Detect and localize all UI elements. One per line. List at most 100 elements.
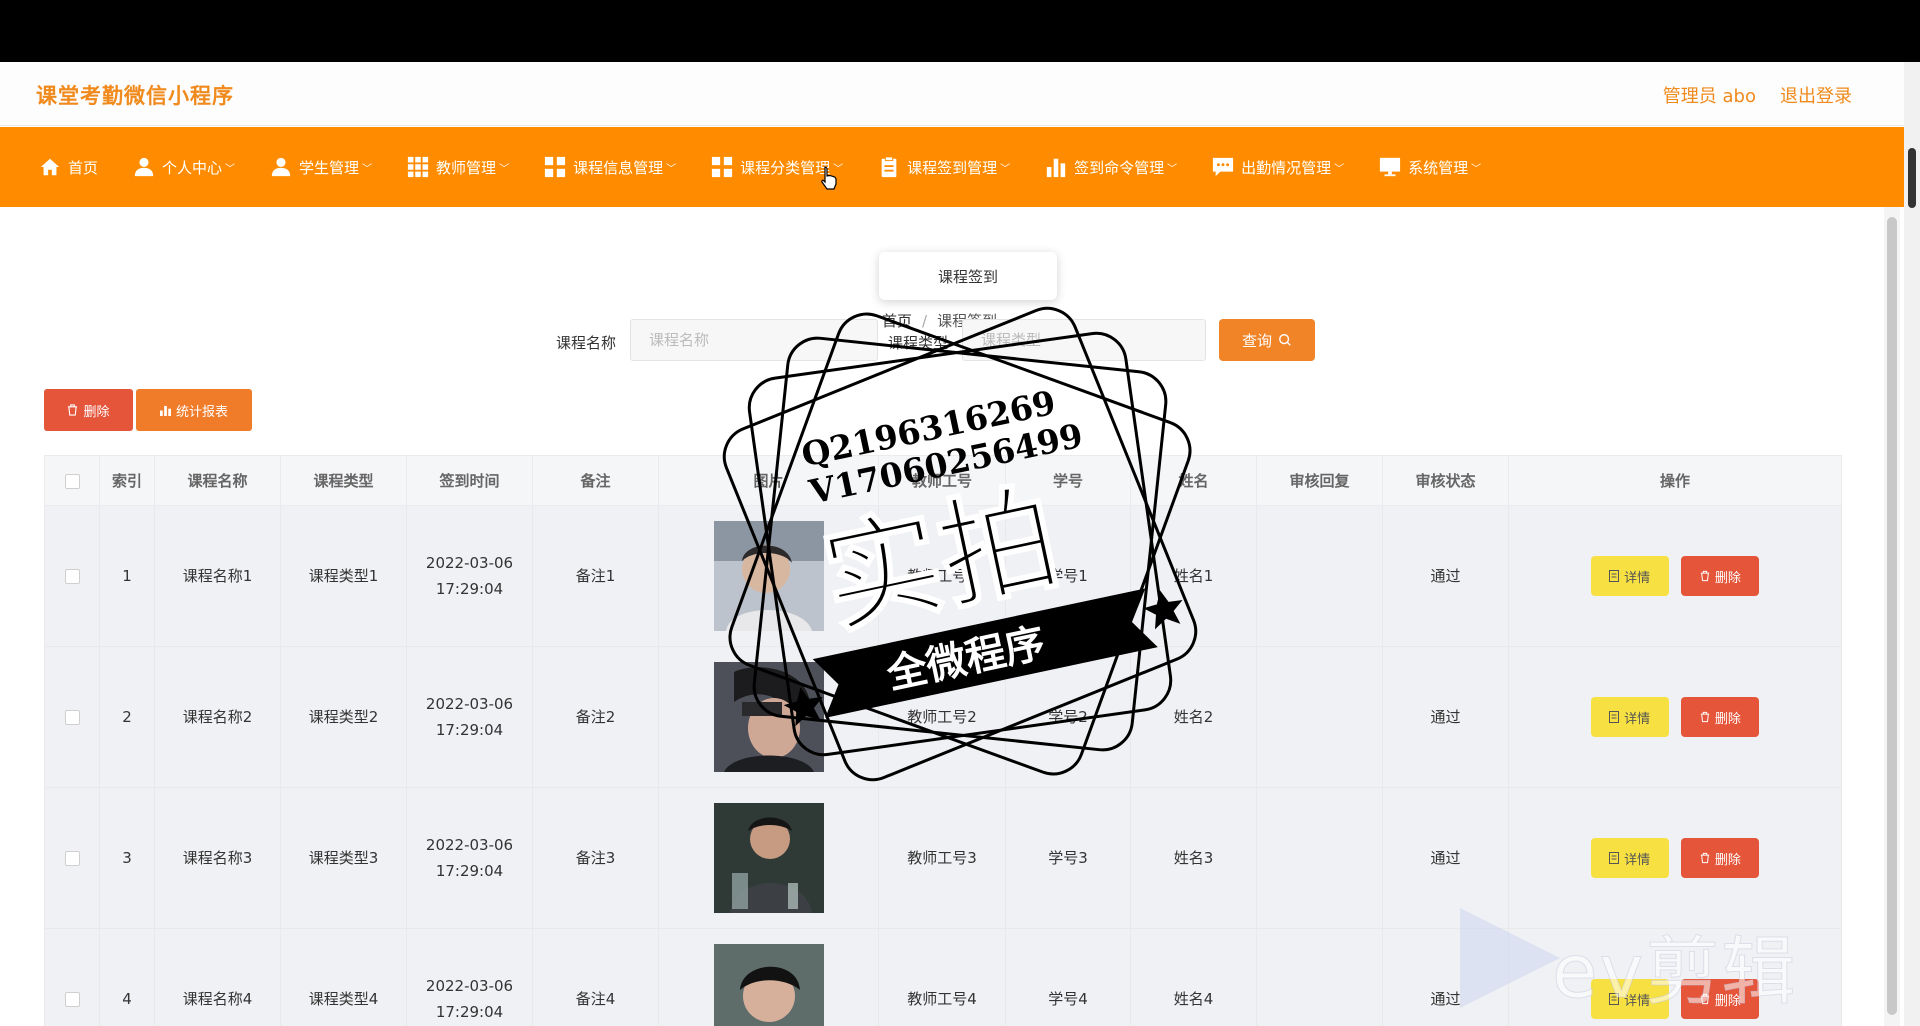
nav-item-signin-command[interactable]: 签到命令管理 ﹀ (1044, 155, 1177, 179)
row-checkbox[interactable] (64, 569, 80, 584)
dropdown-item-course-signin[interactable]: 课程签到 (938, 266, 998, 287)
cell-review-reply (1256, 928, 1383, 1026)
nav-label: 首页 (68, 158, 99, 177)
student-photo (713, 521, 824, 631)
cell-teacher-id: 教师工号3 (878, 787, 1006, 929)
nav-item-course-info[interactable]: 课程信息管理 ﹀ (543, 155, 676, 179)
window-scrollbar[interactable] (1904, 62, 1920, 1026)
delete-button[interactable]: 删除 (1681, 556, 1760, 596)
cell-name: 姓名3 (1130, 787, 1257, 929)
detail-button[interactable]: 详情 (1590, 838, 1669, 878)
nav-item-attendance[interactable]: 出勤情况管理 ﹀ (1211, 155, 1344, 179)
nav-item-course-signin[interactable]: 课程签到管理 ﹀ (877, 155, 1010, 179)
column-header: 审核回复 (1256, 455, 1383, 506)
batch-delete-button[interactable]: 删除 (44, 389, 133, 431)
chevron-down-icon: ﹀ (225, 163, 236, 175)
column-header: 审核状态 (1382, 455, 1509, 506)
chevron-down-icon: ﹀ (1334, 163, 1345, 175)
cell-student-id: 学号4 (1005, 928, 1131, 1026)
app-title: 课堂考勤微信小程序 (36, 84, 234, 108)
user-icon (132, 155, 156, 179)
cell-photo (658, 505, 879, 647)
nav-label: 教师管理 (436, 158, 497, 177)
course-name-input[interactable] (630, 319, 878, 361)
table-row: 3 课程名称3 课程类型3 2022-03-06 17:29:04 备注3 教师… (44, 787, 1842, 929)
table-row: 2 课程名称2 课程类型2 2022-03-06 17:29:04 备注2 教师… (44, 646, 1842, 788)
chat-icon (1211, 155, 1235, 179)
detail-button[interactable]: 详情 (1590, 979, 1669, 1019)
home-icon (38, 155, 62, 179)
column-header: 课程名称 (154, 455, 281, 506)
statistics-report-label: 统计报表 (175, 403, 228, 419)
cell-index: 2 (99, 646, 155, 788)
delete-button-label: 删除 (1714, 710, 1741, 726)
cell-operations: 详情 删除 (1508, 928, 1842, 1026)
cell-course-type: 课程类型4 (280, 928, 407, 1026)
detail-button-label: 详情 (1624, 992, 1651, 1008)
cell-course-name: 课程名称3 (154, 787, 281, 929)
select-all-cell (44, 455, 100, 506)
monitor-icon (1378, 155, 1402, 179)
student-photo (713, 944, 824, 1026)
cell-operations: 详情 删除 (1508, 787, 1842, 929)
cell-review-reply (1256, 646, 1383, 788)
chevron-down-icon: ﹀ (1167, 163, 1178, 175)
cell-index: 3 (99, 787, 155, 929)
nav-item-home[interactable]: 首页 (38, 155, 98, 179)
cell-course-type: 课程类型2 (280, 646, 407, 788)
row-select-cell (44, 928, 100, 1026)
nav-item-student-management[interactable]: 学生管理 ﹀ (269, 155, 372, 179)
column-header: 备注 (532, 455, 659, 506)
cell-course-type: 课程类型1 (280, 505, 407, 647)
column-header: 签到时间 (406, 455, 533, 506)
cell-teacher-id: 教师工号4 (878, 928, 1006, 1026)
delete-button-label: 删除 (1714, 851, 1741, 867)
statistics-report-button[interactable]: 统计报表 (136, 389, 252, 431)
cell-review-status: 通过 (1382, 928, 1509, 1026)
delete-button[interactable]: 删除 (1681, 697, 1760, 737)
row-select-cell (44, 787, 100, 929)
cell-signin-time: 2022-03-06 17:29:04 (406, 928, 533, 1026)
nav-label: 课程签到管理 (907, 158, 998, 177)
nav-item-course-category[interactable]: 课程分类管理 ﹀ (710, 155, 843, 179)
cell-remark: 备注3 (532, 787, 659, 929)
trash-icon (1700, 852, 1710, 864)
row-checkbox[interactable] (64, 992, 80, 1007)
cell-name: 姓名4 (1130, 928, 1257, 1026)
column-header: 姓名 (1130, 455, 1257, 506)
course-type-input[interactable] (962, 319, 1206, 361)
breadcrumb-home[interactable]: 首页 (882, 312, 912, 330)
table-row: 1 课程名称1 课程类型1 2022-03-06 17:29:04 备注1 教师… (44, 505, 1842, 647)
nav-item-teacher-management[interactable]: 教师管理 ﹀ (406, 155, 509, 179)
cell-student-id: 学号2 (1005, 646, 1131, 788)
cell-review-status: 通过 (1382, 646, 1509, 788)
nav-label: 课程信息管理 (573, 158, 664, 177)
content-scrollbar[interactable] (1884, 207, 1900, 1026)
row-checkbox[interactable] (64, 710, 80, 725)
nav-label: 个人中心 (162, 158, 223, 177)
trash-icon (1700, 711, 1710, 723)
query-button[interactable]: 查询 (1219, 319, 1315, 361)
cell-review-status: 通过 (1382, 787, 1509, 929)
cell-signin-time: 2022-03-06 17:29:04 (406, 787, 533, 929)
delete-button-label: 删除 (1714, 569, 1741, 585)
delete-button[interactable]: 删除 (1681, 838, 1760, 878)
detail-button[interactable]: 详情 (1590, 697, 1669, 737)
row-checkbox[interactable] (64, 851, 80, 866)
content-scrollbar-thumb[interactable] (1887, 217, 1897, 1015)
delete-button[interactable]: 删除 (1681, 979, 1760, 1019)
table-row: 4 课程名称4 课程类型4 2022-03-06 17:29:04 备注4 教师… (44, 928, 1842, 1026)
detail-button[interactable]: 详情 (1590, 556, 1669, 596)
row-select-cell (44, 646, 100, 788)
window-scrollbar-thumb[interactable] (1908, 148, 1916, 208)
nav-item-personal-center[interactable]: 个人中心 ﹀ (132, 155, 235, 179)
nav-item-system[interactable]: 系统管理 ﹀ (1378, 155, 1481, 179)
column-header: 学号 (1005, 455, 1131, 506)
chevron-down-icon: ﹀ (1000, 163, 1011, 175)
cell-operations: 详情 删除 (1508, 505, 1842, 647)
cell-course-type: 课程类型3 (280, 787, 407, 929)
cell-name: 姓名1 (1130, 505, 1257, 647)
select-all-checkbox[interactable] (64, 473, 80, 489)
delete-button-label: 删除 (1714, 992, 1741, 1008)
logout-link[interactable]: 退出登录 (1780, 82, 1852, 108)
